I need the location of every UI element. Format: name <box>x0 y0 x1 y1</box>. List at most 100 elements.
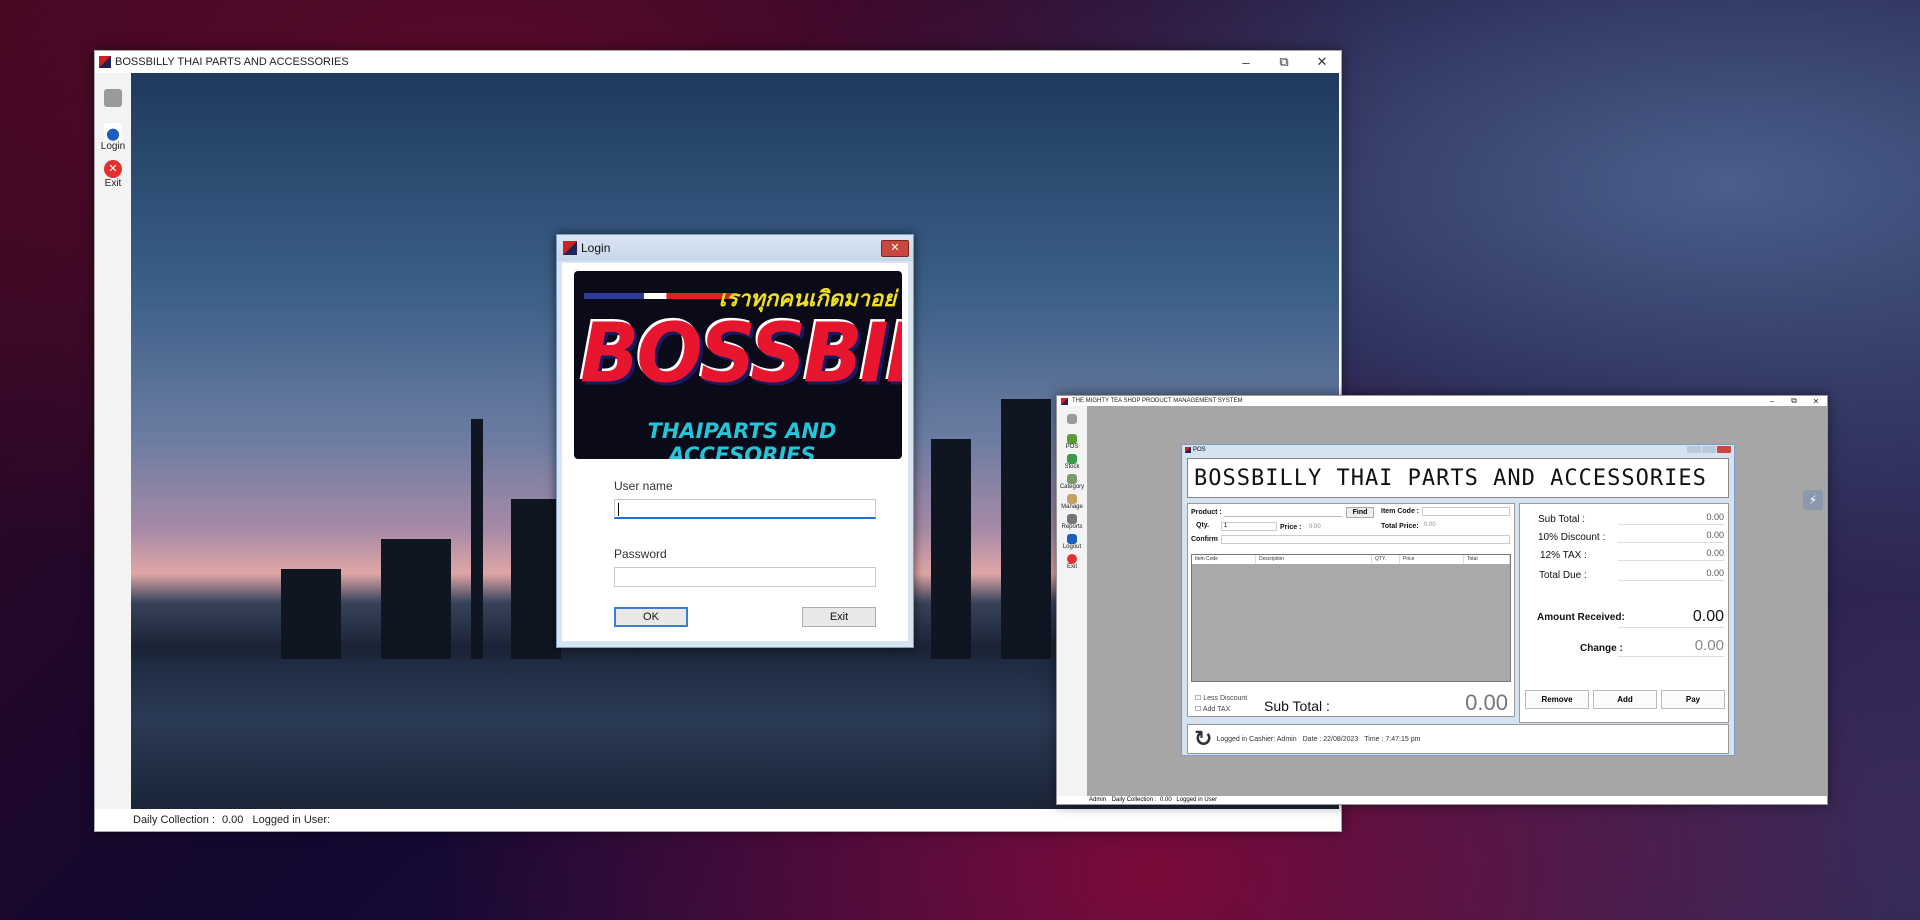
amount-received-label: Amount Received: <box>1537 612 1625 623</box>
close-button[interactable]: ✕ <box>1805 397 1827 406</box>
add-tax-label: Add TAX <box>1202 706 1231 713</box>
minimize-button[interactable] <box>1687 446 1701 453</box>
main-sidebar: Login ✕ Exit <box>95 73 131 809</box>
find-button[interactable]: Find <box>1346 507 1374 518</box>
item-code-field[interactable] <box>1422 507 1510 516</box>
sidebar-item-logout[interactable]: Logout <box>1057 534 1087 550</box>
sidebar-item-label: Login <box>100 141 126 152</box>
building <box>281 569 341 659</box>
pos-dialog-titlebar: POS <box>1182 445 1734 454</box>
app-icon <box>99 56 111 68</box>
amount-received-input[interactable]: 0.00 <box>1618 608 1724 628</box>
ok-button[interactable]: OK <box>614 607 688 627</box>
column-description: Description <box>1256 555 1372 564</box>
building <box>931 439 971 659</box>
less-discount-option[interactable]: ☐ Less Discount <box>1195 694 1247 702</box>
password-input[interactable] <box>614 567 876 587</box>
sidebar-item-label: Manage <box>1061 504 1083 510</box>
exit-button[interactable]: Exit <box>802 607 876 627</box>
column-item-code: Item Code <box>1192 555 1256 564</box>
lightning-icon[interactable]: ⚡ <box>1803 490 1823 510</box>
sidebar-item-label: Category <box>1059 484 1085 490</box>
sidebar-item-pos[interactable]: POS <box>1057 434 1087 450</box>
minimize-button[interactable]: – <box>1761 397 1783 406</box>
login-body: เราทุกคนเกิดมาอย่ BOSSBILLY THAIPARTS AN… <box>562 263 908 641</box>
sidebar-item-home[interactable] <box>1057 414 1087 424</box>
grid-header: Item Code Description QTY. Price Total <box>1192 555 1510 564</box>
app-icon <box>1185 446 1191 453</box>
login-close-button[interactable]: ✕ <box>881 239 909 257</box>
product-input[interactable] <box>1224 508 1342 517</box>
pos-titlebar: THE MIGHTY TEA SHOP PRODUCT MANAGEMENT S… <box>1057 396 1827 406</box>
sidebar-item-label: Logout <box>1062 544 1082 550</box>
sidebar-item-home[interactable] <box>95 89 131 107</box>
tax-label: 12% TAX : <box>1540 550 1587 561</box>
sidebar-item-exit[interactable]: ✕ Exit <box>95 160 131 189</box>
column-total: Total <box>1464 555 1510 564</box>
pos-window-title: THE MIGHTY TEA SHOP PRODUCT MANAGEMENT S… <box>1072 398 1243 404</box>
refresh-icon[interactable]: ↻ <box>1194 726 1212 752</box>
sidebar-item-manage[interactable]: Manage <box>1057 494 1087 510</box>
maximize-button[interactable] <box>1702 446 1716 453</box>
pos-dialog-title: POS <box>1193 446 1206 453</box>
total-price-label: Total Price: <box>1381 523 1419 530</box>
status-user: Admin <box>1089 797 1107 803</box>
price-value: 0.00 <box>1309 524 1321 530</box>
add-tax-option[interactable]: ☐ Add TAX <box>1195 705 1230 713</box>
order-grid[interactable]: Item Code Description QTY. Price Total <box>1191 554 1511 682</box>
category-icon <box>1067 474 1077 484</box>
exit-icon: ✕ <box>104 160 122 178</box>
minimize-button[interactable]: – <box>1227 55 1265 70</box>
column-price: Price <box>1400 555 1464 564</box>
sidebar-item-login[interactable]: Login <box>95 123 131 152</box>
sidebar-item-category[interactable]: Category <box>1057 474 1087 490</box>
maximize-button[interactable]: ⧉ <box>1265 54 1303 70</box>
confirm-field[interactable] <box>1221 535 1510 544</box>
payment-summary-panel: Sub Total : 0.00 10% Discount : 0.00 12%… <box>1519 503 1729 723</box>
username-label: User name <box>614 479 673 493</box>
maximize-button[interactable]: ⧉ <box>1783 396 1805 406</box>
pay-button[interactable]: Pay <box>1661 690 1725 709</box>
summary-subtotal-value: 0.00 <box>1618 512 1724 525</box>
subtotal-label: Sub Total : <box>1264 698 1330 714</box>
product-label: Product : <box>1191 509 1222 516</box>
sidebar-item-label: POS <box>1065 444 1079 450</box>
sidebar-item-label: Reports <box>1061 524 1083 530</box>
daily-collection-value: 0.00 <box>221 814 244 826</box>
close-button[interactable] <box>1717 446 1731 453</box>
daily-collection-label: Daily Collection : <box>1111 797 1157 803</box>
login-title: Login <box>581 241 611 255</box>
main-window-title: BOSSBILLY THAI PARTS AND ACCESSORIES <box>115 56 349 68</box>
app-icon <box>563 241 577 255</box>
price-label: Price : <box>1280 524 1302 531</box>
username-input[interactable] <box>614 499 876 519</box>
bossbilly-logo: เราทุกคนเกิดมาอย่ BOSSBILLY THAIPARTS AN… <box>574 271 902 459</box>
sidebar-item-exit[interactable]: Exit <box>1057 554 1087 570</box>
item-code-label: Item Code : <box>1381 508 1420 515</box>
change-value: 0.00 <box>1618 637 1724 657</box>
logged-in-user-label: Logged in User: <box>252 814 331 826</box>
sidebar-item-reports[interactable]: Reports <box>1057 514 1087 530</box>
total-price-value: 0.00 <box>1424 522 1436 528</box>
qty-input[interactable]: 1 <box>1221 522 1277 531</box>
document-icon <box>1067 414 1077 424</box>
document-icon <box>104 89 122 107</box>
logo-brand-text: BOSSBILLY <box>580 306 902 402</box>
building <box>1001 399 1051 659</box>
subtotal-value: 0.00 <box>1465 690 1508 715</box>
total-due-value: 0.00 <box>1618 568 1724 581</box>
login-titlebar: Login ✕ <box>557 235 913 261</box>
app-icon <box>1061 397 1068 405</box>
cashier-info: Logged in Cashier: Admin <box>1216 735 1297 743</box>
qty-label: Qty. <box>1196 522 1210 529</box>
building <box>511 499 561 659</box>
total-due-label: Total Due : <box>1539 570 1587 581</box>
add-button[interactable]: Add <box>1593 690 1657 709</box>
sidebar-item-stock[interactable]: Stock <box>1057 454 1087 470</box>
close-button[interactable]: ✕ <box>1303 54 1341 70</box>
confirm-label: Confirm <box>1191 536 1218 543</box>
flag-stripe <box>584 293 734 299</box>
date-info: Date : 22/08/2023 <box>1302 735 1359 743</box>
less-discount-label: Less Discount <box>1203 695 1248 702</box>
remove-button[interactable]: Remove <box>1525 690 1589 709</box>
